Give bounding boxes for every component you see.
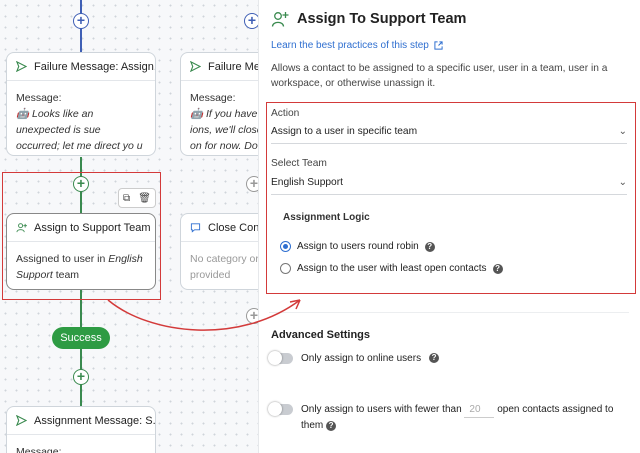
message-text: Looks like an unexpected is sue occurred… — [16, 108, 143, 152]
step-settings-panel: Assign To Support Team Learn the best pr… — [258, 0, 640, 453]
card-body: Assigned to user in English Support team — [7, 242, 155, 289]
card-header: Failure Message: Assign... — [7, 53, 155, 81]
card-text: No category or provided — [190, 253, 258, 281]
add-user-icon — [16, 223, 27, 233]
connector-line — [80, 290, 82, 408]
advanced-settings-title: Advanced Settings — [271, 329, 371, 341]
learn-best-practices-link[interactable]: Learn the best practices of this step — [271, 40, 443, 51]
card-title: Failure Message: Assign... — [34, 60, 156, 73]
add-step-button[interactable]: + — [73, 13, 89, 29]
add-step-button[interactable]: + — [246, 308, 258, 324]
assignment-logic-label: Assignment Logic — [283, 212, 370, 223]
radio-button[interactable] — [280, 263, 291, 274]
action-value: Assign to a user in specific team — [271, 126, 418, 137]
help-icon[interactable]: ? — [424, 241, 435, 252]
card-header: Assignment Message: S... — [7, 407, 155, 435]
divider — [271, 143, 627, 144]
copy-icon[interactable]: ⧉ — [123, 193, 130, 204]
flow-canvas[interactable]: + + + + + + Failure Message: Assign... M… — [0, 0, 258, 453]
chat-icon — [190, 223, 201, 233]
failure-message-card-2[interactable]: Failure Messa Message: 🤖 If you have r i… — [180, 52, 258, 156]
panel-header: Assign To Support Team — [271, 10, 466, 28]
online-only-toggle[interactable] — [268, 351, 293, 365]
add-step-button[interactable]: + — [244, 13, 258, 29]
message-label: Message: — [190, 92, 236, 104]
radio-button[interactable] — [280, 241, 291, 252]
help-icon[interactable]: ? — [429, 353, 440, 363]
card-body: Message: — [7, 435, 155, 453]
robot-icon: 🤖 — [190, 108, 206, 120]
chevron-down-icon: ⌄ — [618, 126, 627, 137]
trash-icon[interactable]: 🗑 — [138, 193, 151, 204]
success-branch-label: Success — [52, 327, 110, 349]
online-only-label: Only assign to online users — [301, 353, 422, 364]
card-header: Assign to Support Team — [7, 214, 155, 242]
external-link-icon — [434, 41, 443, 50]
action-select[interactable]: Assign to a user in specific team ⌄ — [271, 126, 627, 137]
help-icon[interactable]: ? — [326, 421, 337, 431]
fewer-than-toggle[interactable] — [268, 402, 293, 416]
assign-support-team-card[interactable]: Assign to Support Team Assigned to user … — [6, 213, 156, 290]
action-label: Action — [271, 108, 300, 119]
chevron-down-icon: ⌄ — [618, 177, 627, 188]
card-title: Assignment Message: S... — [34, 414, 156, 427]
panel-title: Assign To Support Team — [297, 11, 467, 27]
radio-round-robin[interactable]: Assign to users round robin ? — [280, 241, 435, 252]
assignment-message-card[interactable]: Assignment Message: S... Message: — [6, 406, 156, 453]
add-step-button[interactable]: + — [73, 369, 89, 385]
assign-text-prefix: Assigned to user in — [16, 253, 106, 265]
add-step-button[interactable]: + — [246, 176, 258, 192]
fewer-than-setting: Only assign to users with fewer than 20 … — [268, 402, 629, 433]
message-label: Message: — [16, 92, 62, 104]
card-header: Close Conv — [181, 214, 258, 242]
card-body: No category or provided — [181, 242, 258, 289]
card-body: Message: 🤖 If you have r ions, we'll clo… — [181, 81, 258, 155]
close-conversation-card[interactable]: Close Conv No category or provided — [180, 213, 258, 290]
send-icon — [16, 415, 27, 426]
divider — [271, 194, 627, 195]
card-body: Message: 🤖 Looks like an unexpected is s… — [7, 81, 155, 155]
message-label: Message: — [16, 446, 62, 453]
fewer-than-label-before: Only assign to users with fewer than — [301, 404, 462, 415]
radio-label: Assign to users round robin — [297, 241, 419, 252]
radio-label: Assign to the user with least open conta… — [297, 263, 487, 274]
online-only-setting: Only assign to online users ? — [268, 351, 440, 366]
add-user-icon — [271, 12, 289, 27]
card-title: Close Conv — [208, 221, 258, 234]
select-team-value: English Support — [271, 177, 343, 188]
max-open-contacts-input[interactable]: 20 — [464, 402, 495, 418]
send-icon — [16, 61, 27, 72]
send-icon — [190, 61, 201, 72]
select-team-label: Select Team — [271, 158, 327, 169]
step-description: Allows a contact to be assigned to a spe… — [271, 63, 608, 89]
add-step-button[interactable]: + — [73, 176, 89, 192]
divider — [269, 312, 629, 313]
help-icon[interactable]: ? — [492, 263, 503, 274]
card-title: Failure Messa — [208, 60, 258, 73]
radio-least-open-contacts[interactable]: Assign to the user with least open conta… — [280, 263, 503, 274]
node-toolbar: ⧉ 🗑 — [118, 188, 156, 208]
select-team-select[interactable]: English Support ⌄ — [271, 177, 627, 188]
assign-text-suffix: team — [55, 269, 80, 281]
robot-icon: 🤖 — [16, 108, 32, 120]
failure-message-card[interactable]: Failure Message: Assign... Message: 🤖 Lo… — [6, 52, 156, 156]
card-title: Assign to Support Team — [34, 221, 151, 234]
card-header: Failure Messa — [181, 53, 258, 81]
